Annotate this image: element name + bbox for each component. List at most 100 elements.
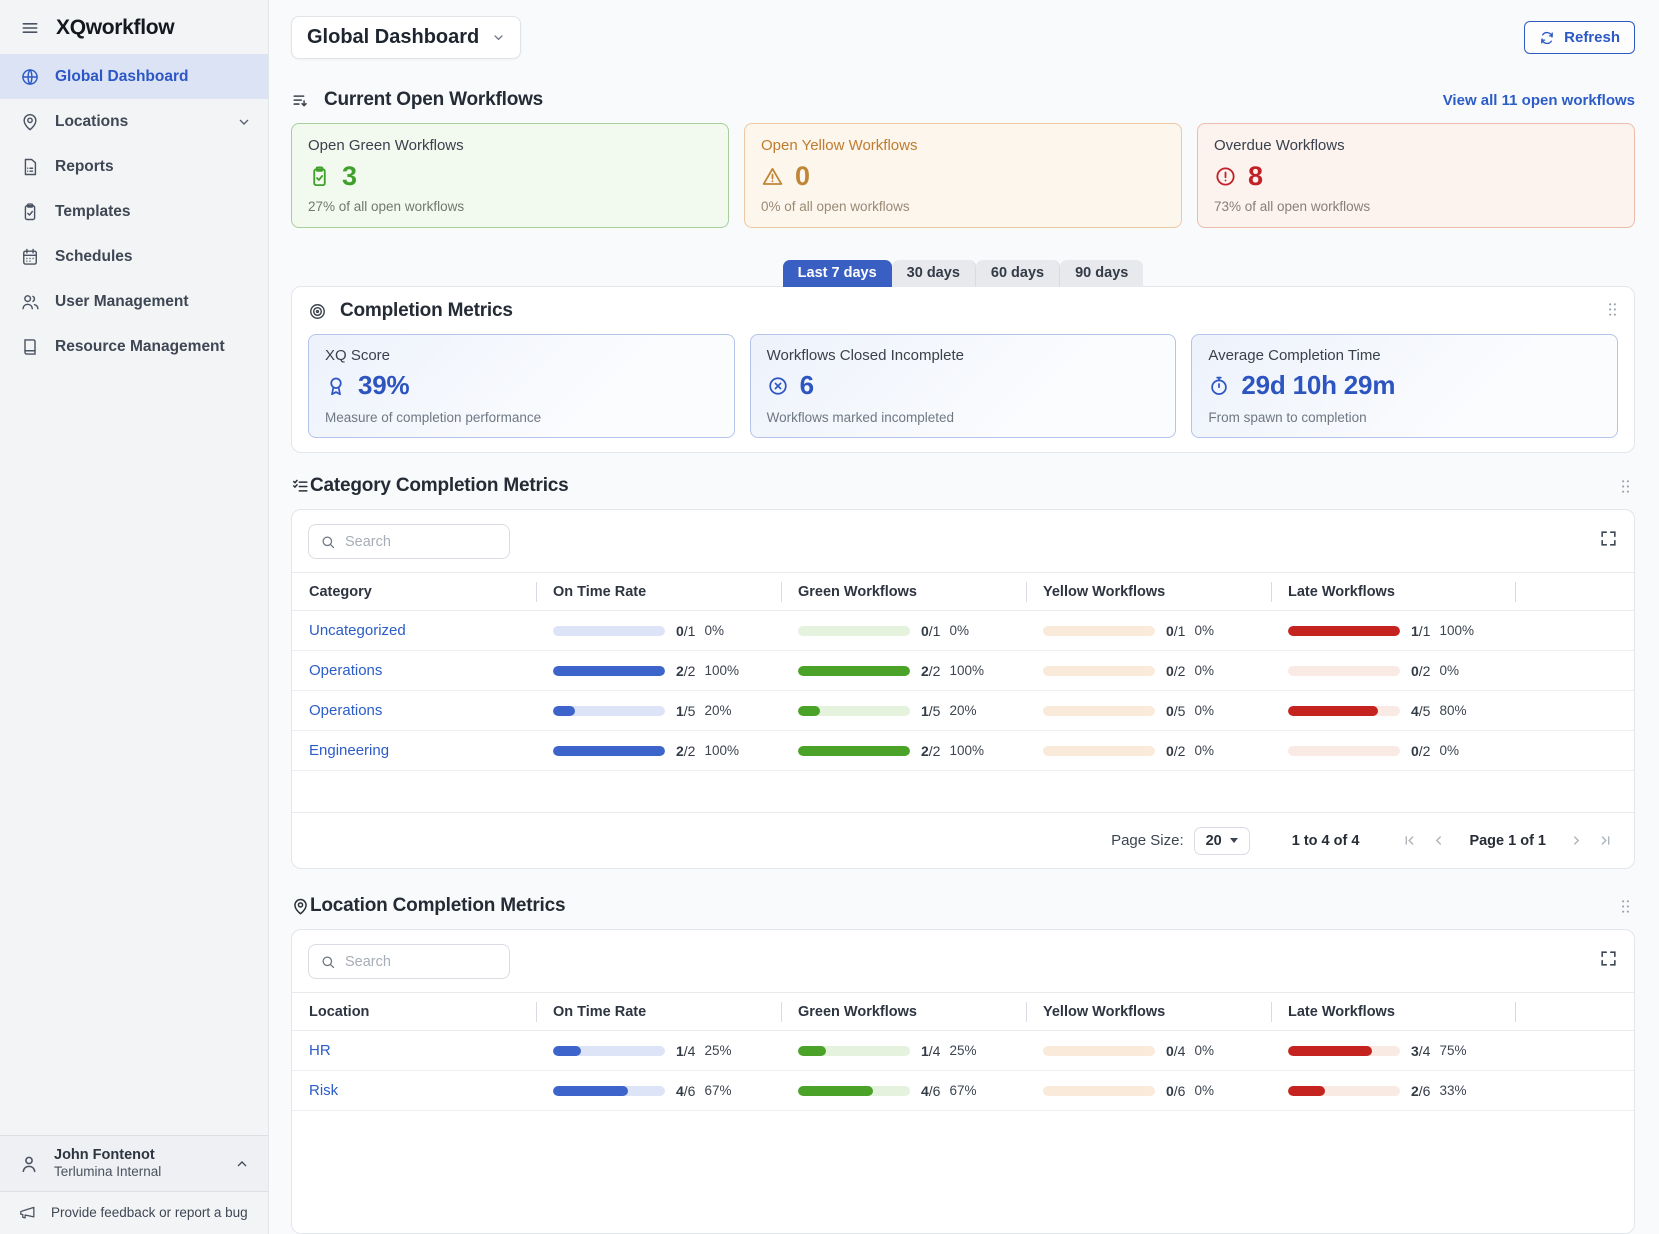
stopwatch-icon (1208, 375, 1230, 397)
percent-value: 0% (949, 623, 969, 638)
table-header: Category On Time Rate Green Workflows Ye… (292, 572, 1634, 611)
green-workflows-count: 3 (342, 161, 357, 192)
percent-value: 33% (1439, 1083, 1466, 1098)
location-metrics-panel: Location On Time Rate Green Workflows Ye… (291, 929, 1635, 1234)
green-progress-bar (798, 706, 910, 716)
fraction-value: 0/6 (1166, 1083, 1185, 1099)
expand-icon[interactable] (1599, 529, 1618, 548)
drag-handle-icon[interactable] (1616, 897, 1635, 916)
drag-handle-icon[interactable] (1603, 300, 1622, 319)
view-all-workflows-link[interactable]: View all 11 open workflows (1443, 92, 1635, 109)
hamburger-menu-icon[interactable] (20, 18, 40, 38)
report-file-icon (20, 157, 40, 177)
refresh-button[interactable]: Refresh (1524, 21, 1635, 54)
table-row: Uncategorized0/10%0/10%0/10%1/1100% (292, 611, 1634, 651)
category-search-input[interactable] (345, 534, 498, 550)
overdue-workflows-count: 8 (1248, 161, 1263, 192)
fraction-value: 0/1 (676, 623, 695, 639)
location-search-input[interactable] (345, 954, 498, 970)
fraction-value: 1/1 (1411, 623, 1430, 639)
category-metrics-panel: Category On Time Rate Green Workflows Ye… (291, 509, 1635, 869)
chevron-up-icon (234, 1156, 250, 1172)
calendar-icon (20, 247, 40, 267)
late-progress-bar (1288, 706, 1400, 716)
sidebar-item-global-dashboard[interactable]: Global Dashboard (0, 54, 268, 99)
table-row: Operations1/520%1/520%0/50%4/580% (292, 691, 1634, 731)
late-progress-bar (1288, 746, 1400, 756)
sidebar-item-label: Templates (55, 203, 131, 221)
sidebar-item-schedules[interactable]: Schedules (0, 234, 268, 279)
last-page-button[interactable] (1595, 830, 1616, 851)
completion-metrics-title: Completion Metrics (340, 300, 513, 322)
award-icon (325, 375, 347, 397)
tab-30-days[interactable]: 30 days (892, 260, 976, 287)
overdue-workflows-card: Overdue Workflows 8 73% of all open work… (1197, 123, 1635, 228)
tab-last-7-days[interactable]: Last 7 days (783, 260, 892, 287)
percent-value: 0% (1194, 703, 1214, 718)
percent-value: 0% (1194, 663, 1214, 678)
green-progress-bar (798, 746, 910, 756)
prev-page-button[interactable] (1428, 830, 1449, 851)
user-profile[interactable]: John Fontenot Terlumina Internal (0, 1135, 268, 1191)
yellow-workflows-count: 0 (795, 161, 810, 192)
late-progress-bar (1288, 1086, 1400, 1096)
percent-value: 100% (949, 743, 984, 758)
table-row: Engineering2/2100%2/2100%0/20%0/20% (292, 731, 1634, 771)
percent-value: 67% (949, 1083, 976, 1098)
feedback-link[interactable]: Provide feedback or report a bug (0, 1191, 268, 1234)
fraction-value: 0/1 (921, 623, 940, 639)
sidebar-item-templates[interactable]: Templates (0, 189, 268, 234)
fraction-value: 4/6 (921, 1083, 940, 1099)
location-link[interactable]: HR (309, 1042, 331, 1059)
category-link[interactable]: Operations (309, 662, 382, 679)
location-table-body: HR1/425%1/425%0/40%3/475%Risk4/667%4/667… (292, 1031, 1634, 1111)
clipboard-icon (20, 202, 40, 222)
open-green-workflows-card: Open Green Workflows 3 27% of all open w… (291, 123, 729, 228)
sidebar-item-resource-management[interactable]: Resource Management (0, 324, 268, 369)
green-progress-bar (798, 666, 910, 676)
category-link[interactable]: Uncategorized (309, 622, 406, 639)
sidebar-item-reports[interactable]: Reports (0, 144, 268, 189)
fraction-value: 2/2 (921, 743, 940, 759)
page-size-select[interactable]: 20 (1194, 827, 1250, 855)
drag-handle-icon[interactable] (1616, 477, 1635, 496)
feedback-label: Provide feedback or report a bug (51, 1205, 248, 1220)
late-progress-bar (1288, 1046, 1400, 1056)
sidebar: XQworkflow Global Dashboard Locations Re… (0, 0, 269, 1234)
location-link[interactable]: Risk (309, 1082, 338, 1099)
fraction-value: 1/5 (676, 703, 695, 719)
yellow-progress-bar (1043, 1046, 1155, 1056)
percent-value: 0% (1194, 1043, 1214, 1058)
book-icon (20, 337, 40, 357)
fraction-value: 2/2 (676, 743, 695, 759)
users-icon (20, 292, 40, 312)
percent-value: 0% (1439, 743, 1459, 758)
first-page-button[interactable] (1399, 830, 1420, 851)
percent-value: 100% (704, 743, 739, 758)
open-workflows-title: Current Open Workflows (324, 89, 543, 111)
xq-score-card: XQ Score 39% Measure of completion perfo… (308, 334, 735, 438)
fraction-value: 0/4 (1166, 1043, 1185, 1059)
fraction-value: 1/5 (921, 703, 940, 719)
percent-value: 67% (704, 1083, 731, 1098)
tab-90-days[interactable]: 90 days (1060, 260, 1143, 287)
percent-value: 80% (1439, 703, 1466, 718)
sidebar-item-locations[interactable]: Locations (0, 99, 268, 144)
on_time-progress-bar (553, 1086, 665, 1096)
expand-icon[interactable] (1599, 949, 1618, 968)
on_time-progress-bar (553, 746, 665, 756)
fraction-value: 4/6 (676, 1083, 695, 1099)
percent-value: 0% (1439, 663, 1459, 678)
fraction-value: 0/5 (1166, 703, 1185, 719)
user-org: Terlumina Internal (54, 1164, 161, 1181)
person-icon (18, 1153, 40, 1175)
dashboard-title-dropdown[interactable]: Global Dashboard (291, 16, 521, 59)
category-link[interactable]: Operations (309, 702, 382, 719)
sidebar-item-user-management[interactable]: User Management (0, 279, 268, 324)
next-page-button[interactable] (1566, 830, 1587, 851)
fraction-value: 2/2 (676, 663, 695, 679)
tab-60-days[interactable]: 60 days (976, 260, 1060, 287)
on_time-progress-bar (553, 666, 665, 676)
category-link[interactable]: Engineering (309, 742, 389, 759)
table-row: Risk4/667%4/667%0/60%2/633% (292, 1071, 1634, 1111)
